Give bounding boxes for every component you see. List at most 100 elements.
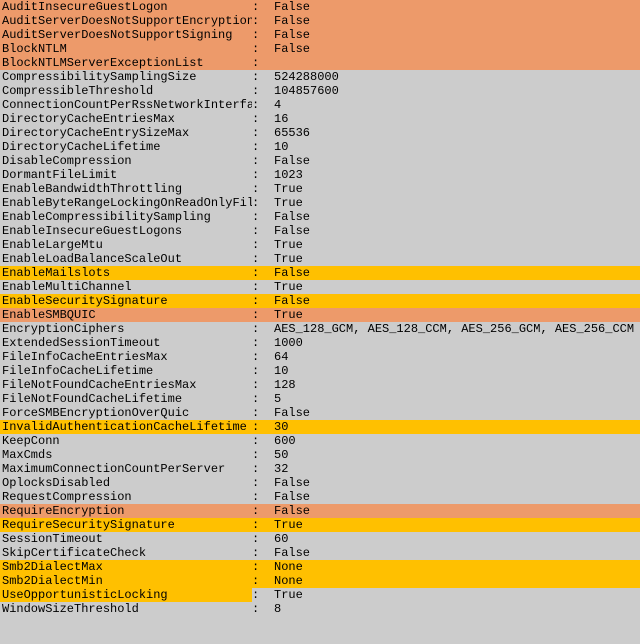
colon-separator: : bbox=[252, 532, 274, 546]
config-row: ConnectionCountPerRssNetworkInterface: 4 bbox=[0, 98, 640, 112]
colon-separator: : bbox=[252, 546, 274, 560]
colon-separator: : bbox=[252, 294, 274, 308]
colon-separator: : bbox=[252, 378, 274, 392]
config-row: DirectoryCacheEntriesMax: 16 bbox=[0, 112, 640, 126]
config-row: EnableLoadBalanceScaleOut: True bbox=[0, 252, 640, 266]
config-row: Smb2DialectMin: None bbox=[0, 574, 640, 588]
colon-separator: : bbox=[252, 560, 274, 574]
config-value: 30 bbox=[274, 420, 640, 434]
config-key: WindowSizeThreshold bbox=[0, 602, 252, 616]
config-value: 65536 bbox=[274, 126, 640, 140]
config-key: InvalidAuthenticationCacheLifetime bbox=[0, 420, 252, 434]
colon-separator: : bbox=[252, 434, 274, 448]
config-key: RequireEncryption bbox=[0, 504, 252, 518]
config-row: ExtendedSessionTimeout: 1000 bbox=[0, 336, 640, 350]
config-value: True bbox=[274, 518, 640, 532]
config-value: AES_128_GCM, AES_128_CCM, AES_256_GCM, A… bbox=[274, 322, 640, 336]
config-value: False bbox=[274, 504, 640, 518]
config-row: DirectoryCacheEntrySizeMax: 65536 bbox=[0, 126, 640, 140]
config-row: UseOpportunisticLocking: True bbox=[0, 588, 640, 602]
config-key: EnableLoadBalanceScaleOut bbox=[0, 252, 252, 266]
config-key: DisableCompression bbox=[0, 154, 252, 168]
config-key: EnableSMBQUIC bbox=[0, 308, 252, 322]
config-row: AuditInsecureGuestLogon: False bbox=[0, 0, 640, 14]
colon-separator: : bbox=[252, 98, 274, 112]
colon-separator: : bbox=[252, 28, 274, 42]
config-key: MaximumConnectionCountPerServer bbox=[0, 462, 252, 476]
config-row: KeepConn: 600 bbox=[0, 434, 640, 448]
config-row: EnableMailslots: False bbox=[0, 266, 640, 280]
config-value: 1000 bbox=[274, 336, 640, 350]
config-key: RequireSecuritySignature bbox=[0, 518, 252, 532]
config-row: AuditServerDoesNotSupportEncryption: Fal… bbox=[0, 14, 640, 28]
config-value: None bbox=[274, 574, 640, 588]
colon-separator: : bbox=[252, 266, 274, 280]
colon-separator: : bbox=[252, 462, 274, 476]
config-row: SkipCertificateCheck: False bbox=[0, 546, 640, 560]
colon-separator: : bbox=[252, 182, 274, 196]
colon-separator: : bbox=[252, 308, 274, 322]
colon-separator: : bbox=[252, 140, 274, 154]
colon-separator: : bbox=[252, 364, 274, 378]
config-row: EnableCompressibilitySampling: False bbox=[0, 210, 640, 224]
config-value: True bbox=[274, 308, 640, 322]
config-value bbox=[274, 56, 640, 70]
colon-separator: : bbox=[252, 448, 274, 462]
config-value: False bbox=[274, 42, 640, 56]
config-key: EnableByteRangeLockingOnReadOnlyFiles bbox=[0, 196, 252, 210]
config-row: EnableLargeMtu: True bbox=[0, 238, 640, 252]
config-value: 600 bbox=[274, 434, 640, 448]
config-key: AuditServerDoesNotSupportSigning bbox=[0, 28, 252, 42]
colon-separator: : bbox=[252, 112, 274, 126]
config-key: EnableLargeMtu bbox=[0, 238, 252, 252]
config-value: False bbox=[274, 406, 640, 420]
config-key: AuditInsecureGuestLogon bbox=[0, 0, 252, 14]
config-key: FileNotFoundCacheEntriesMax bbox=[0, 378, 252, 392]
config-key: UseOpportunisticLocking bbox=[0, 588, 252, 602]
config-key: FileNotFoundCacheLifetime bbox=[0, 392, 252, 406]
config-key: DirectoryCacheEntriesMax bbox=[0, 112, 252, 126]
colon-separator: : bbox=[252, 126, 274, 140]
config-value: 4 bbox=[274, 98, 640, 112]
config-value: 50 bbox=[274, 448, 640, 462]
colon-separator: : bbox=[252, 518, 274, 532]
config-row: Smb2DialectMax: None bbox=[0, 560, 640, 574]
colon-separator: : bbox=[252, 238, 274, 252]
config-key: EnableBandwidthThrottling bbox=[0, 182, 252, 196]
config-value: 60 bbox=[274, 532, 640, 546]
config-value: False bbox=[274, 154, 640, 168]
config-row: RequestCompression: False bbox=[0, 490, 640, 504]
config-key: KeepConn bbox=[0, 434, 252, 448]
config-row: MaxCmds: 50 bbox=[0, 448, 640, 462]
config-row: EnableSMBQUIC: True bbox=[0, 308, 640, 322]
colon-separator: : bbox=[252, 490, 274, 504]
config-key: RequestCompression bbox=[0, 490, 252, 504]
config-row: EnableBandwidthThrottling: True bbox=[0, 182, 640, 196]
colon-separator: : bbox=[252, 168, 274, 182]
config-key: ForceSMBEncryptionOverQuic bbox=[0, 406, 252, 420]
colon-separator: : bbox=[252, 196, 274, 210]
colon-separator: : bbox=[252, 224, 274, 238]
config-row: BlockNTLM: False bbox=[0, 42, 640, 56]
config-key: EncryptionCiphers bbox=[0, 322, 252, 336]
colon-separator: : bbox=[252, 602, 274, 616]
colon-separator: : bbox=[252, 406, 274, 420]
colon-separator: : bbox=[252, 14, 274, 28]
config-row: CompressibleThreshold: 104857600 bbox=[0, 84, 640, 98]
colon-separator: : bbox=[252, 84, 274, 98]
config-row: InvalidAuthenticationCacheLifetime: 30 bbox=[0, 420, 640, 434]
config-key: EnableMultiChannel bbox=[0, 280, 252, 294]
colon-separator: : bbox=[252, 504, 274, 518]
config-key: FileInfoCacheLifetime bbox=[0, 364, 252, 378]
config-value: False bbox=[274, 14, 640, 28]
config-key: ConnectionCountPerRssNetworkInterface bbox=[0, 98, 252, 112]
colon-separator: : bbox=[252, 0, 274, 14]
config-value: 8 bbox=[274, 602, 640, 616]
config-key: DirectoryCacheEntrySizeMax bbox=[0, 126, 252, 140]
config-key: CompressibleThreshold bbox=[0, 84, 252, 98]
config-key: BlockNTLM bbox=[0, 42, 252, 56]
config-value: False bbox=[274, 546, 640, 560]
config-row: EnableByteRangeLockingOnReadOnlyFiles: T… bbox=[0, 196, 640, 210]
config-row: EnableMultiChannel: True bbox=[0, 280, 640, 294]
colon-separator: : bbox=[252, 252, 274, 266]
